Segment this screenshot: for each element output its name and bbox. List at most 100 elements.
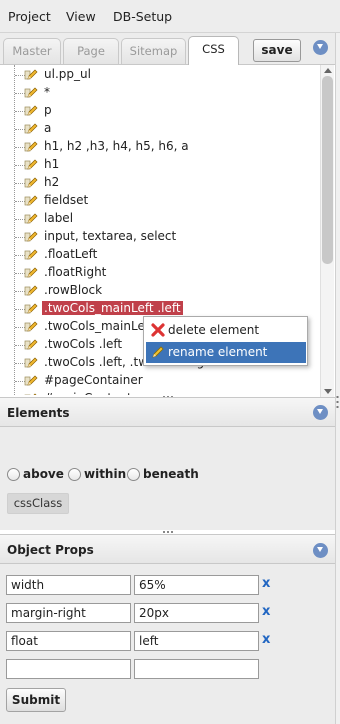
right-splitter[interactable]: [335, 33, 340, 724]
css-rule-icon: [24, 123, 38, 134]
radio-within[interactable]: [68, 468, 81, 481]
tree-item-label: fieldset: [44, 193, 89, 207]
menu-project[interactable]: Project: [8, 9, 51, 24]
rename-element-menu-item[interactable]: rename element: [146, 342, 306, 363]
tree-item[interactable]: .floatLeft: [0, 246, 320, 264]
delete-element-menu-item[interactable]: delete element: [146, 320, 306, 341]
tree-item-label: #mainContent: [44, 391, 132, 395]
radio-above-label: above: [23, 467, 64, 481]
tree-item-label: #pageContainer: [44, 373, 143, 387]
css-rule-icon: [24, 303, 38, 314]
tree-item-label: *: [44, 85, 50, 99]
prop-name-input[interactable]: width: [6, 575, 131, 595]
css-rule-icon: [24, 141, 38, 152]
object-props-title: Object Props: [7, 543, 94, 557]
tree-item-label: .rowBlock: [44, 283, 103, 297]
menu-view[interactable]: View: [66, 9, 96, 24]
css-rule-icon: [24, 69, 38, 80]
red-x-icon: [151, 323, 165, 337]
css-rule-icon: [24, 285, 38, 296]
css-rule-icon: [24, 375, 38, 386]
elements-section-header[interactable]: Elements: [0, 397, 335, 427]
tab-master[interactable]: Master: [3, 38, 61, 64]
collapse-chevron-icon[interactable]: [313, 405, 328, 420]
tree-item[interactable]: h1, h2 ,h3, h4, h5, h6, a: [0, 138, 320, 156]
radio-beneath-label: beneath: [143, 467, 199, 481]
collapse-chevron-icon[interactable]: [313, 543, 328, 558]
css-rule-icon: [24, 357, 38, 368]
tab-css[interactable]: CSS: [188, 36, 239, 66]
scroll-thumb[interactable]: [322, 76, 333, 264]
css-rule-icon: [24, 87, 38, 98]
tree-item-label: .twoCols_mainLeft .left: [42, 301, 183, 315]
tree-item[interactable]: #pageContainer: [0, 372, 320, 390]
tab-page[interactable]: Page: [63, 38, 119, 64]
css-rule-icon: [24, 105, 38, 116]
prop-value-input[interactable]: 20px: [134, 603, 259, 623]
tree-item[interactable]: p: [0, 102, 320, 120]
remove-prop-link[interactable]: x: [262, 632, 270, 647]
css-rule-icon: [24, 159, 38, 170]
css-rule-icon: [24, 393, 37, 395]
new-prop-value-input[interactable]: [134, 659, 259, 679]
css-rule-icon: [24, 267, 38, 278]
radio-beneath[interactable]: [127, 468, 140, 481]
tree-item[interactable]: .floatRight: [0, 264, 320, 282]
tab-bar: Master Page Sitemap CSS save: [0, 33, 340, 66]
tree-item-label: .floatLeft: [44, 247, 98, 261]
collapse-chevron-icon[interactable]: [313, 40, 328, 55]
radio-within-label: within: [84, 467, 127, 481]
menu-db-setup[interactable]: DB-Setup: [113, 9, 172, 24]
tree-item-label: label: [44, 211, 74, 225]
tree-item[interactable]: a: [0, 120, 320, 138]
tree-item[interactable]: ul.pp_ul: [0, 66, 320, 84]
splitter-grip-icon[interactable]: [336, 395, 339, 411]
css-rule-icon: [24, 321, 38, 332]
remove-prop-link[interactable]: x: [262, 576, 270, 591]
tree-item-label: .twoCols .left: [44, 337, 123, 351]
tree-item-label: h1: [44, 157, 60, 171]
submit-button[interactable]: Submit: [6, 688, 66, 712]
css-rule-icon: [24, 177, 38, 188]
tree-item[interactable]: .rowBlock: [0, 282, 320, 300]
prop-value-input[interactable]: left: [134, 631, 259, 651]
object-props-section-header[interactable]: Object Props: [0, 534, 335, 564]
css-class-button[interactable]: cssClass: [7, 493, 69, 514]
tree-item[interactable]: h1: [0, 156, 320, 174]
tree-item-label: .floatRight: [44, 265, 107, 279]
tree-item[interactable]: #mainContent: [0, 390, 320, 395]
css-rule-icon: [24, 249, 38, 260]
tree-item[interactable]: input, textarea, select: [0, 228, 320, 246]
menu-bar: Project View DB-Setup: [0, 0, 340, 33]
scroll-up-arrow-icon[interactable]: [324, 68, 332, 73]
remove-prop-link[interactable]: x: [262, 604, 270, 619]
tree-item[interactable]: label: [0, 210, 320, 228]
tree-item-label: h2: [44, 175, 60, 189]
new-prop-name-input[interactable]: [6, 659, 131, 679]
prop-name-input[interactable]: margin-right: [6, 603, 131, 623]
css-rule-icon: [24, 195, 38, 206]
radio-above[interactable]: [7, 468, 20, 481]
tree-item-label: input, textarea, select: [44, 229, 177, 243]
tree-item-label: h1, h2 ,h3, h4, h5, h6, a: [44, 139, 189, 153]
tree-item-label: p: [44, 103, 52, 117]
css-rule-icon: [24, 231, 38, 242]
delete-element-label: delete element: [168, 323, 260, 337]
context-menu: delete element rename element: [143, 316, 308, 366]
css-rule-icon: [24, 213, 38, 224]
prop-value-input[interactable]: 65%: [134, 575, 259, 595]
tree-scrollbar[interactable]: [320, 65, 334, 397]
tree-item-label: .twoCols_mainLeft: [44, 319, 154, 333]
prop-name-input[interactable]: float: [6, 631, 131, 651]
tree-item[interactable]: *: [0, 84, 320, 102]
tree-item[interactable]: h2: [0, 174, 320, 192]
pencil-icon: [152, 346, 164, 358]
css-rule-icon: [24, 339, 38, 350]
tab-sitemap[interactable]: Sitemap: [121, 38, 186, 64]
tree-item-label: a: [44, 121, 52, 135]
elements-title: Elements: [7, 406, 70, 420]
save-button[interactable]: save: [253, 39, 301, 62]
rename-element-label: rename element: [168, 345, 268, 359]
tree-item[interactable]: fieldset: [0, 192, 320, 210]
scroll-down-arrow-icon[interactable]: [324, 389, 332, 394]
